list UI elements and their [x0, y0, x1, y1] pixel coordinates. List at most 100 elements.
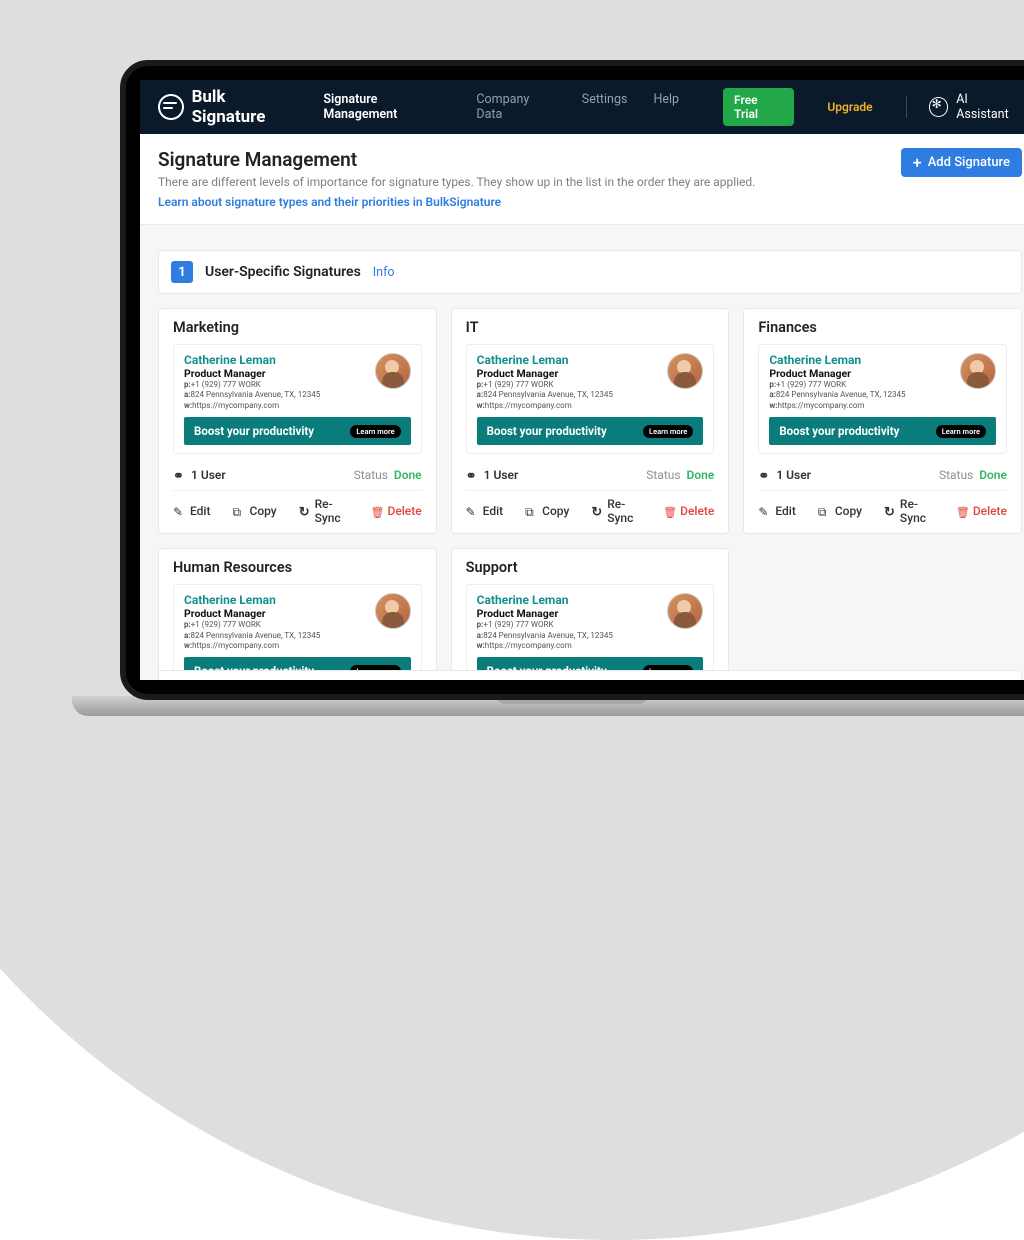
signature-card: Support Catherine Leman Product Manager … [451, 548, 730, 680]
preview-address: a:824 Pennsylvania Avenue, TX, 12345 [477, 631, 656, 641]
resync-button[interactable]: Re-Sync [884, 497, 934, 525]
section-user-specific: 1 User-Specific Signatures Info Marketin… [158, 250, 1022, 680]
learn-link[interactable]: Learn about signature types and their pr… [158, 195, 501, 209]
card-status-row: 1 User Status Done [173, 464, 422, 486]
learn-more-pill: Learn more [643, 425, 693, 438]
user-count: 1 User [758, 468, 811, 482]
edit-button[interactable]: Edit [173, 504, 210, 518]
section-header: 1 User-Specific Signatures Info [158, 250, 1022, 294]
banner-text: Boost your productivity [487, 424, 607, 438]
preview-banner: Boost your productivity Learn more [769, 417, 996, 445]
copy-icon [525, 505, 537, 517]
page-header: Signature Management There are different… [140, 134, 1024, 225]
resync-icon [591, 505, 602, 517]
preview-banner: Boost your productivity Learn more [184, 417, 411, 445]
resync-icon [299, 505, 310, 517]
preview-phone: p:+1 (929) 777 WORK [184, 380, 363, 390]
preview-address: a:824 Pennsylvania Avenue, TX, 12345 [184, 631, 363, 641]
preview-name: Catherine Leman [184, 593, 363, 607]
learn-more-pill: Learn more [350, 425, 400, 438]
card-actions: Edit Copy Re-Sync Delete [173, 490, 422, 525]
copy-button[interactable]: Copy [525, 504, 569, 518]
card-title: Marketing [173, 319, 422, 336]
card-title: Finances [758, 319, 1007, 336]
preview-website: w:https://mycompany.com [184, 401, 363, 411]
card-title: Human Resources [173, 559, 422, 576]
brand[interactable]: Bulk Signature [158, 87, 301, 127]
copy-icon [232, 505, 244, 517]
banner-text: Boost your productivity [194, 424, 314, 438]
section-header: 2 Group Signatures Info [158, 670, 1022, 680]
delete-button[interactable]: Delete [370, 504, 421, 518]
status: Status Done [939, 468, 1007, 482]
edit-button[interactable]: Edit [466, 504, 503, 518]
free-trial-button[interactable]: Free Trial [723, 88, 794, 126]
page-subtitle: There are different levels of importance… [158, 175, 901, 189]
nav-settings[interactable]: Settings [582, 92, 628, 122]
preview-phone: p:+1 (929) 777 WORK [477, 620, 656, 630]
preview-address: a:824 Pennsylvania Avenue, TX, 12345 [184, 390, 363, 400]
nav-divider [906, 96, 907, 118]
signature-card: Finances Catherine Leman Product Manager… [743, 308, 1022, 534]
add-signature-label: Add Signature [928, 155, 1010, 170]
resync-button[interactable]: Re-Sync [299, 497, 349, 525]
resync-button[interactable]: Re-Sync [591, 497, 641, 525]
cards-grid: Marketing Catherine Leman Product Manage… [158, 308, 1022, 680]
section-title: User-Specific Signatures [205, 264, 361, 280]
users-icon [758, 469, 770, 481]
upgrade-button[interactable]: Upgrade [816, 95, 883, 119]
nav-help[interactable]: Help [653, 92, 679, 122]
avatar-icon [667, 353, 703, 389]
ai-assistant-button[interactable]: AI Assistant [929, 92, 1022, 122]
ai-assistant-label: AI Assistant [956, 92, 1022, 122]
preview-website: w:https://mycompany.com [477, 641, 656, 651]
edit-icon [173, 505, 185, 517]
card-status-row: 1 User Status Done [758, 464, 1007, 486]
signature-card: IT Catherine Leman Product Manager p:+1 … [451, 308, 730, 534]
status: Status Done [354, 468, 422, 482]
users-icon [466, 469, 478, 481]
delete-button[interactable]: Delete [956, 504, 1007, 518]
trash-icon [370, 505, 382, 517]
signature-preview: Catherine Leman Product Manager p:+1 (92… [758, 344, 1007, 454]
preview-address: a:824 Pennsylvania Avenue, TX, 12345 [769, 390, 948, 400]
nav-links: Signature Management Company Data Settin… [323, 92, 679, 122]
app-screen: Bulk Signature Signature Management Comp… [140, 80, 1024, 680]
preview-name: Catherine Leman [769, 353, 948, 367]
preview-role: Product Manager [184, 607, 363, 620]
brand-name: Bulk Signature [192, 87, 302, 127]
edit-icon [758, 505, 770, 517]
nav-company-data[interactable]: Company Data [476, 92, 555, 122]
preview-name: Catherine Leman [184, 353, 363, 367]
preview-phone: p:+1 (929) 777 WORK [769, 380, 948, 390]
preview-website: w:https://mycompany.com [477, 401, 656, 411]
signature-card: Human Resources Catherine Leman Product … [158, 548, 437, 680]
preview-name: Catherine Leman [477, 353, 656, 367]
copy-button[interactable]: Copy [232, 504, 276, 518]
banner-text: Boost your productivity [779, 424, 899, 438]
preview-website: w:https://mycompany.com [769, 401, 948, 411]
avatar-icon [375, 593, 411, 629]
preview-website: w:https://mycompany.com [184, 641, 363, 651]
status: Status Done [646, 468, 714, 482]
add-signature-button[interactable]: Add Signature [901, 148, 1022, 177]
card-status-row: 1 User Status Done [466, 464, 715, 486]
users-icon [173, 469, 185, 481]
copy-icon [818, 505, 830, 517]
user-count: 1 User [173, 468, 226, 482]
signature-preview: Catherine Leman Product Manager p:+1 (92… [466, 584, 715, 680]
trash-icon [956, 505, 968, 517]
section-info-link[interactable]: Info [373, 265, 395, 280]
card-actions: Edit Copy Re-Sync Delete [758, 490, 1007, 525]
copy-button[interactable]: Copy [818, 504, 862, 518]
signature-card: Marketing Catherine Leman Product Manage… [158, 308, 437, 534]
top-nav: Bulk Signature Signature Management Comp… [140, 80, 1024, 134]
edit-button[interactable]: Edit [758, 504, 795, 518]
avatar-icon [960, 353, 996, 389]
laptop-bezel: Bulk Signature Signature Management Comp… [120, 60, 1024, 700]
preview-role: Product Manager [477, 607, 656, 620]
nav-signature-management[interactable]: Signature Management [323, 92, 450, 139]
delete-button[interactable]: Delete [663, 504, 714, 518]
preview-address: a:824 Pennsylvania Avenue, TX, 12345 [477, 390, 656, 400]
avatar-icon [667, 593, 703, 629]
